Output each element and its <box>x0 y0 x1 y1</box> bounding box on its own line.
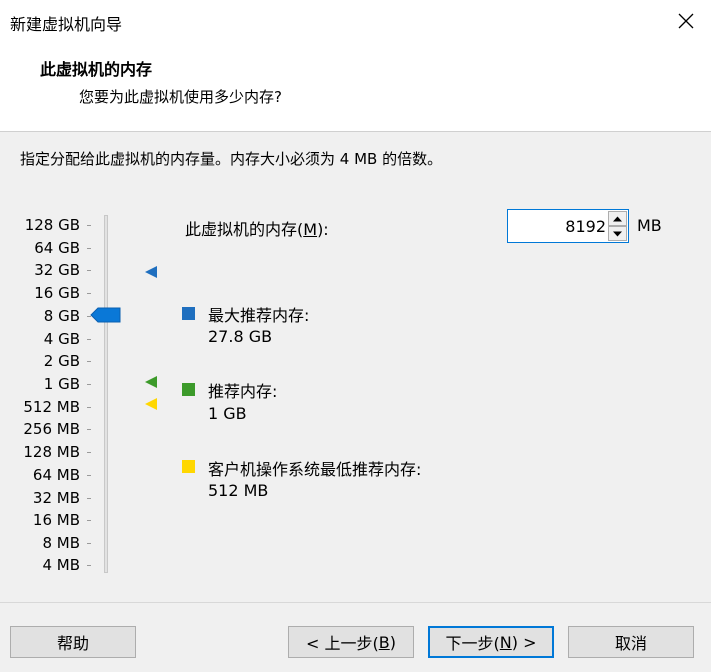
scale-tick <box>87 452 91 453</box>
memory-slider-track[interactable] <box>104 215 108 573</box>
scale-tick <box>87 498 91 499</box>
max-recommended-legend-icon <box>182 307 195 320</box>
scale-label: 128 MB <box>23 443 80 461</box>
scale-label: 2 GB <box>43 352 80 370</box>
scale-label: 128 GB <box>24 216 80 234</box>
back-button[interactable]: < 上一步(B) <box>288 626 414 658</box>
scale-tick <box>87 361 91 362</box>
scale-label: 256 MB <box>23 420 80 438</box>
memory-field-label: 此虚拟机的内存(M): <box>185 220 329 239</box>
scale-tick <box>87 543 91 544</box>
recommended-marker-icon <box>145 376 157 388</box>
scale-tick <box>87 565 91 566</box>
scale-tick <box>87 429 91 430</box>
scale-label: 32 GB <box>34 261 80 279</box>
scale-label: 4 MB <box>42 556 80 574</box>
window-title: 新建虚拟机向导 <box>10 15 123 34</box>
memory-input[interactable] <box>510 212 606 240</box>
spin-up-button[interactable] <box>608 211 627 226</box>
spin-down-icon <box>613 231 622 236</box>
spin-down-button[interactable] <box>608 226 627 241</box>
scale-label: 16 GB <box>34 284 80 302</box>
scale-tick <box>87 293 91 294</box>
min-recommended-marker-icon <box>145 398 157 410</box>
max-recommended-label: 最大推荐内存: <box>208 306 310 325</box>
recommended-label: 推荐内存: <box>208 382 278 401</box>
min-recommended-label: 客户机操作系统最低推荐内存: <box>208 460 422 479</box>
footer-divider <box>0 602 711 603</box>
min-recommended-legend-icon <box>182 460 195 473</box>
scale-label: 64 GB <box>34 239 80 257</box>
min-recommended-value: 512 MB <box>208 481 269 500</box>
scale-tick <box>87 225 91 226</box>
memory-spinbox <box>507 209 629 243</box>
close-button[interactable] <box>666 3 706 39</box>
max-recommended-value: 27.8 GB <box>208 327 273 346</box>
close-icon <box>678 13 694 29</box>
cancel-button[interactable]: 取消 <box>568 626 694 658</box>
scale-label: 32 MB <box>32 489 80 507</box>
scale-tick <box>87 475 91 476</box>
scale-tick <box>87 339 91 340</box>
recommended-legend-icon <box>182 383 195 396</box>
instruction-text: 指定分配给此虚拟机的内存量。内存大小必须为 4 MB 的倍数。 <box>20 150 443 168</box>
wizard-header: 新建虚拟机向导 此虚拟机的内存 您要为此虚拟机使用多少内存? <box>0 0 711 132</box>
scale-tick <box>87 520 91 521</box>
scale-label: 512 MB <box>23 398 80 416</box>
memory-unit: MB <box>637 216 662 235</box>
spin-up-icon <box>613 216 622 221</box>
help-button[interactable]: 帮助 <box>10 626 136 658</box>
recommended-value: 1 GB <box>208 404 247 423</box>
scale-tick <box>87 270 91 271</box>
scale-tick <box>87 248 91 249</box>
scale-tick <box>87 384 91 385</box>
scale-label: 16 MB <box>32 511 80 529</box>
next-button[interactable]: 下一步(N) > <box>428 626 554 658</box>
scale-tick <box>87 407 91 408</box>
scale-label: 64 MB <box>32 466 80 484</box>
memory-slider-thumb[interactable] <box>90 307 122 323</box>
scale-label: 4 GB <box>43 330 80 348</box>
scale-label: 8 GB <box>43 307 80 325</box>
page-heading: 此虚拟机的内存 <box>40 60 153 79</box>
scale-label: 1 GB <box>43 375 80 393</box>
page-subheading: 您要为此虚拟机使用多少内存? <box>79 88 282 106</box>
scale-label: 8 MB <box>42 534 80 552</box>
new-vm-wizard-window: 新建虚拟机向导 此虚拟机的内存 您要为此虚拟机使用多少内存? 指定分配给此虚拟机… <box>0 0 711 672</box>
max-recommended-marker-icon <box>145 266 157 278</box>
